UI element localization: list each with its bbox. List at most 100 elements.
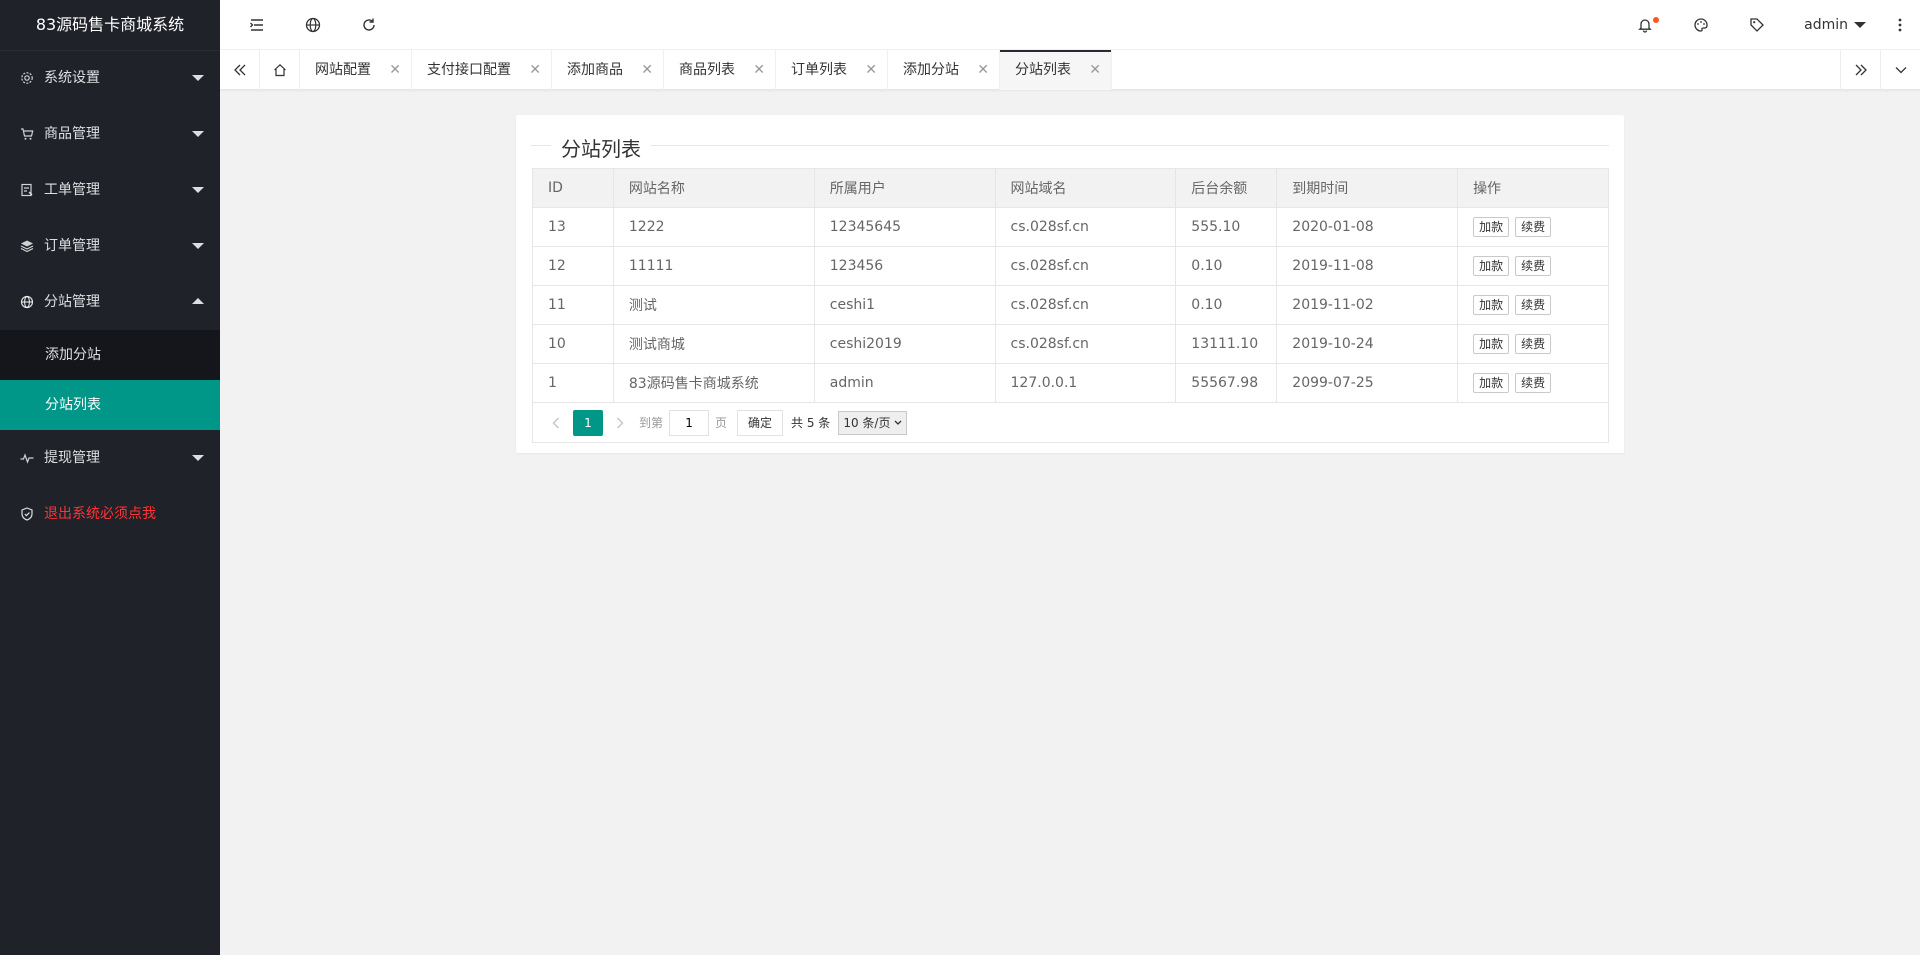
column-header-balance[interactable]: 后台余额 [1175,168,1278,208]
cell-balance: 13111.10 [1175,324,1278,364]
column-header-domain[interactable]: 网站域名 [994,168,1177,208]
tab-label: 订单列表 [791,62,847,78]
cell-actions: 加款 续费 [1457,246,1609,286]
tab-label: 添加商品 [567,62,623,78]
cell-balance: 0.10 [1175,285,1278,325]
column-header-name[interactable]: 网站名称 [612,168,815,208]
globe-icon[interactable] [295,0,331,50]
tab-substation-list[interactable]: 分站列表 ✕ [1000,50,1112,90]
page-label: 页 [715,416,728,430]
tab-goods-list[interactable]: 商品列表 ✕ [664,50,776,90]
tab-add-goods[interactable]: 添加商品 ✕ [552,50,664,90]
goto-label: 到第 [639,416,664,430]
tab-add-substation[interactable]: 添加分站 ✕ [888,50,1000,90]
goto-confirm-button[interactable]: 确定 [737,409,784,436]
page-size-select[interactable]: 10 条/页 [838,410,908,435]
cell-balance: 555.10 [1175,207,1278,247]
tab-label: 网站配置 [315,62,371,78]
cell-expire: 2099-07-25 [1276,363,1459,403]
sidebar-item-logout[interactable]: 退出系统必须点我 [0,486,220,542]
chevron-down-icon [894,420,902,425]
tabs-dropdown-icon[interactable] [1880,50,1920,90]
app-logo-title[interactable]: 83源码售卡商城系统 [0,0,220,50]
tab-order-list[interactable]: 订单列表 ✕ [776,50,888,90]
renew-button[interactable]: 续费 [1515,373,1552,393]
sidebar-item-orders[interactable]: 订单管理 [0,218,220,274]
substation-table: ID 网站名称 所属用户 网站域名 后台余额 到期时间 操作 13 1222 1… [532,168,1609,403]
more-icon[interactable] [1882,0,1918,50]
pagination: 1 到第 页 确定 共 5 条 10 条/页 [532,403,1609,443]
top-header: admin [220,0,1920,50]
close-icon[interactable]: ✕ [529,50,541,90]
sidebar-item-tickets[interactable]: 工单管理 [0,162,220,218]
tab-site-config[interactable]: 网站配置 ✕ [300,50,412,90]
cell-domain-link[interactable]: cs.028sf.cn [994,246,1177,286]
cell-domain-link[interactable]: 127.0.0.1 [994,363,1177,403]
column-header-expire[interactable]: 到期时间 [1276,168,1459,208]
cell-domain-link[interactable]: cs.028sf.cn [994,285,1177,325]
column-header-id[interactable]: ID [532,168,614,208]
recharge-button[interactable]: 加款 [1473,295,1510,315]
tab-payment-config[interactable]: 支付接口配置 ✕ [412,50,552,90]
prev-page-icon[interactable] [543,410,569,436]
table-row: 13 1222 12345645 cs.028sf.cn 555.10 2020… [532,207,1609,247]
close-icon[interactable]: ✕ [641,50,653,90]
notification-dot [1653,17,1659,23]
tabs-scroll-right-icon[interactable] [1840,50,1880,90]
tab-label: 添加分站 [903,62,959,78]
goto-page-input[interactable] [669,409,710,436]
theme-icon[interactable] [1683,0,1719,50]
recharge-button[interactable]: 加款 [1473,217,1510,237]
cell-id: 10 [532,324,614,364]
column-header-user[interactable]: 所属用户 [813,168,996,208]
tag-icon[interactable] [1739,0,1775,50]
sidebar-item-system-settings[interactable]: 系统设置 [0,50,220,106]
table-header-row: ID 网站名称 所属用户 网站域名 后台余额 到期时间 操作 [532,168,1609,208]
cell-id: 12 [532,246,614,286]
cell-user: ceshi2019 [813,324,996,364]
recharge-button[interactable]: 加款 [1473,334,1510,354]
renew-button[interactable]: 续费 [1515,256,1552,276]
cell-balance: 0.10 [1175,246,1278,286]
recharge-button[interactable]: 加款 [1473,373,1510,393]
renew-button[interactable]: 续费 [1515,217,1552,237]
menu-fold-icon[interactable] [239,0,275,50]
sidebar-subitem-add-substation[interactable]: 添加分站 [0,330,220,380]
renew-button[interactable]: 续费 [1515,295,1552,315]
page-title: 分站列表 [551,133,651,162]
recharge-button[interactable]: 加款 [1473,256,1510,276]
refresh-icon[interactable] [351,0,387,50]
tab-label: 商品列表 [679,62,735,78]
caret-down-icon [192,243,204,249]
tab-label: 支付接口配置 [427,62,511,78]
sidebar-item-withdraw[interactable]: 提现管理 [0,430,220,486]
user-name: admin [1804,17,1848,33]
sidebar-item-goods[interactable]: 商品管理 [0,106,220,162]
close-icon[interactable]: ✕ [1089,50,1101,90]
substation-list-card: 分站列表 ID 网站名称 所属用户 网站域名 后台余额 到期时间 操作 13 1… [516,115,1624,453]
tabs-scroll-left-icon[interactable] [220,50,260,90]
sidebar-subitem-substation-list[interactable]: 分站列表 [0,380,220,430]
close-icon[interactable]: ✕ [753,50,765,90]
cart-icon [20,106,34,162]
sidebar-item-label: 提现管理 [44,450,100,466]
close-icon[interactable]: ✕ [865,50,877,90]
caret-down-icon [1854,22,1866,28]
next-page-icon[interactable] [607,410,633,436]
close-icon[interactable]: ✕ [389,50,401,90]
cell-domain-link[interactable]: cs.028sf.cn [994,207,1177,247]
cell-user: admin [813,363,996,403]
cell-domain-link[interactable]: cs.028sf.cn [994,324,1177,364]
renew-button[interactable]: 续费 [1515,334,1552,354]
sidebar-item-substations[interactable]: 分站管理 [0,274,220,330]
bell-icon[interactable] [1627,0,1663,50]
pulse-icon [20,430,34,486]
gear-icon [20,50,34,106]
close-icon[interactable]: ✕ [977,50,989,90]
card-legend: 分站列表 [531,125,1609,165]
cell-id: 13 [532,207,614,247]
user-menu[interactable]: admin [1804,0,1866,50]
sidebar-submenu-substations: 添加分站 分站列表 [0,330,220,430]
current-page[interactable]: 1 [573,409,603,436]
home-icon[interactable] [260,50,300,90]
